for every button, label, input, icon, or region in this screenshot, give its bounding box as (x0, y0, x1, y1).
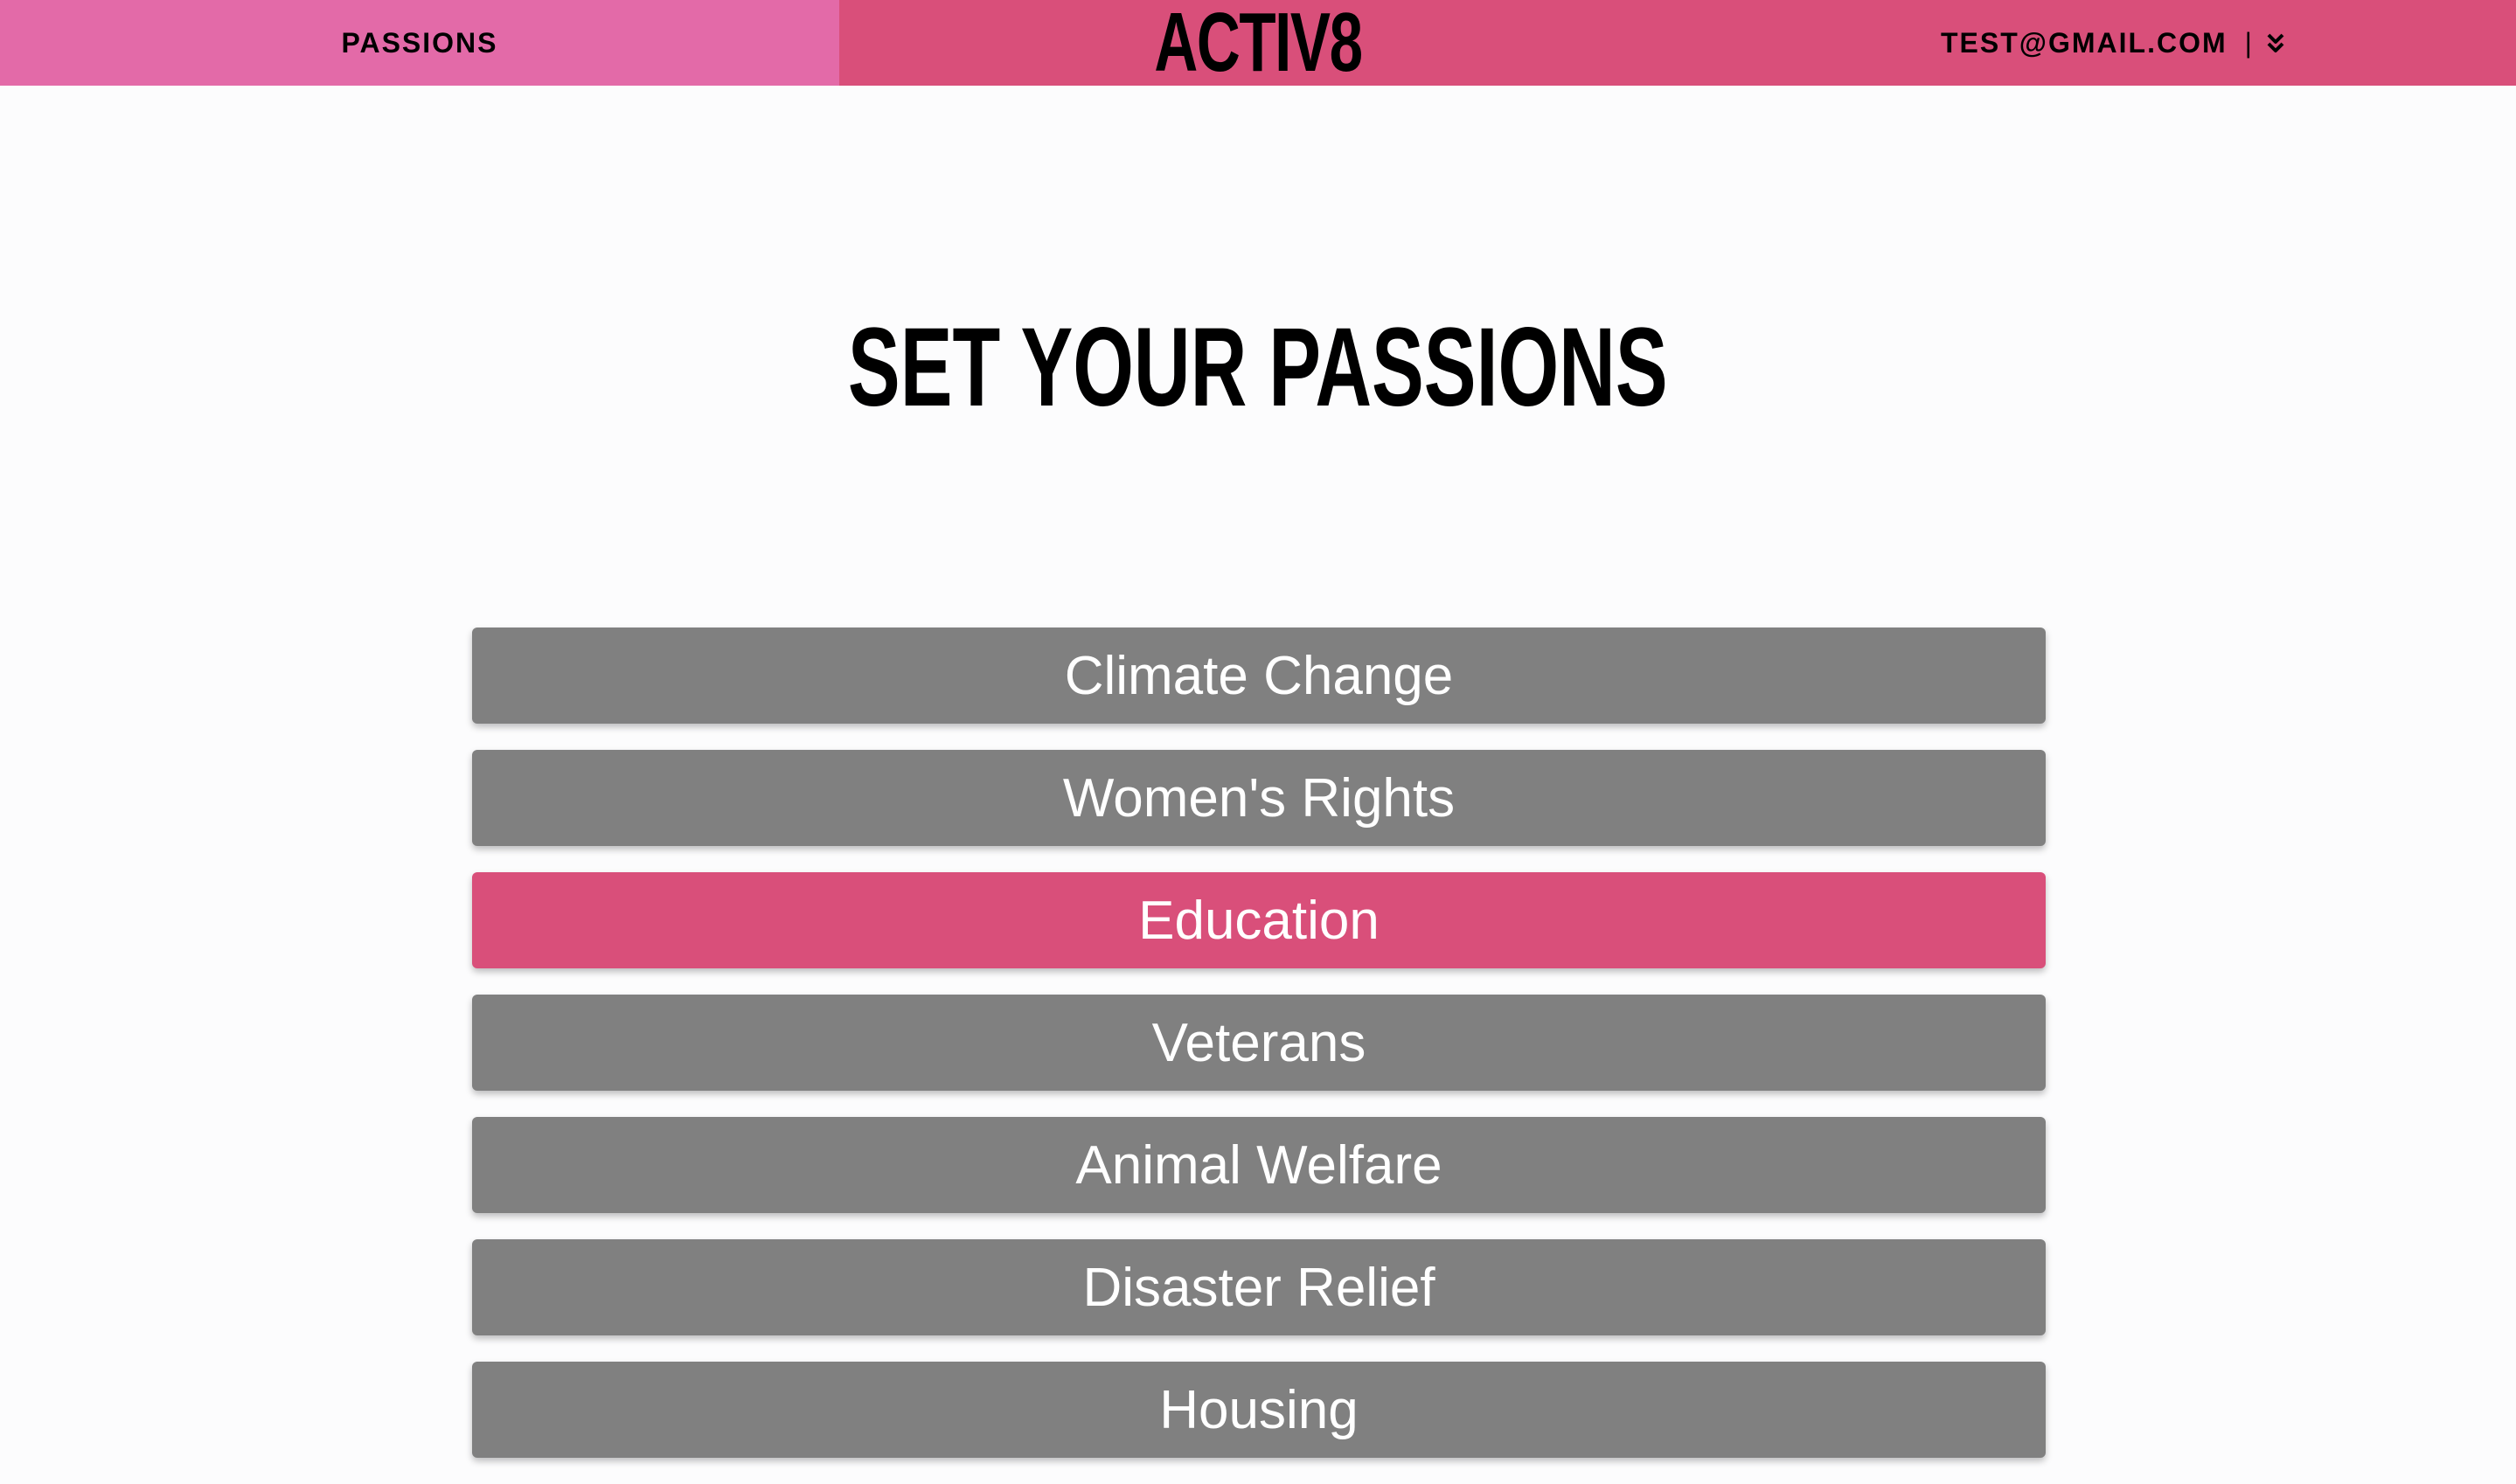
page-title-text: SET YOUR PASSIONS (848, 304, 1668, 430)
top-navbar: PASSIONS ACTIV8 TEST@GMAIL.COM | (0, 0, 2516, 89)
passion-label: Housing (1159, 1379, 1359, 1440)
menu-separator: | (2244, 26, 2254, 59)
passion-button-disaster-relief[interactable]: Disaster Relief (472, 1239, 2046, 1335)
passion-button-climate-change[interactable]: Climate Change (472, 628, 2046, 724)
double-chevron-down-icon[interactable] (2266, 31, 2285, 54)
passion-label: Disaster Relief (1082, 1257, 1435, 1318)
passion-button-housing[interactable]: Housing (472, 1362, 2046, 1458)
brand-logo[interactable]: ACTIV8 (1114, 0, 1401, 89)
passion-button-animal-welfare[interactable]: Animal Welfare (472, 1117, 2046, 1213)
user-menu-button[interactable]: TEST@GMAIL.COM | (1941, 0, 2285, 86)
passion-button-veterans[interactable]: Veterans (472, 995, 2046, 1091)
passion-button-womens-rights[interactable]: Women's Rights (472, 750, 2046, 846)
passion-label: Climate Change (1064, 645, 1454, 706)
nav-tab-label: PASSIONS (341, 26, 498, 59)
brand-text: ACTIV8 (1154, 0, 1363, 89)
user-email: TEST@GMAIL.COM (1941, 26, 2228, 59)
nav-tab-passions[interactable]: PASSIONS (0, 0, 839, 86)
passion-button-education[interactable]: Education (472, 872, 2046, 968)
passion-label: Women's Rights (1062, 767, 1456, 829)
passion-label: Education (1138, 890, 1380, 951)
passion-label: Veterans (1151, 1012, 1366, 1073)
page-title: SET YOUR PASSIONS (0, 298, 2516, 438)
passion-list: Climate Change Women's Rights Education … (472, 628, 2046, 1484)
passion-label: Animal Welfare (1075, 1134, 1442, 1196)
